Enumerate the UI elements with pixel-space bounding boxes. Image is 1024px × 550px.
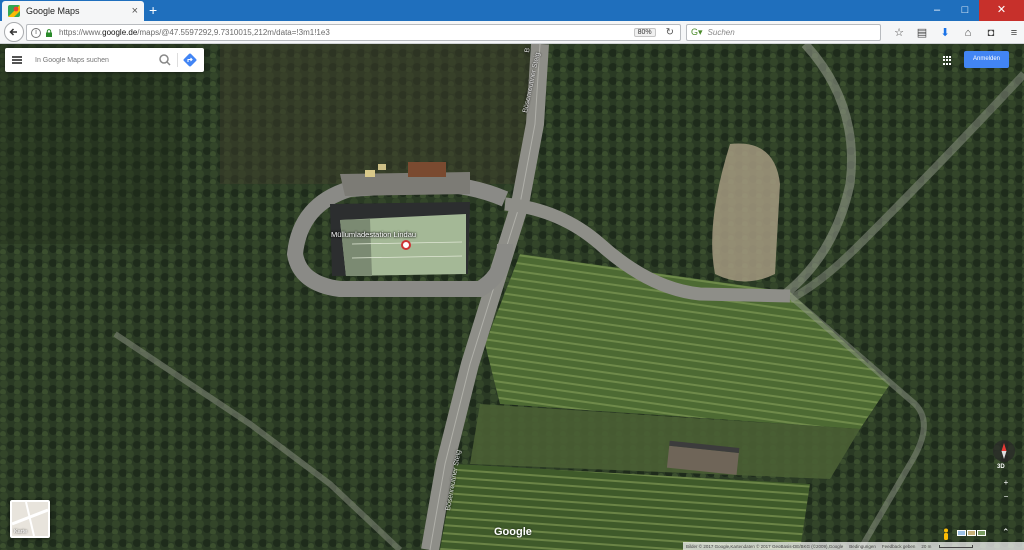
maximize-icon[interactable]: □ <box>951 0 979 21</box>
satellite-imagery <box>0 44 1024 550</box>
expand-icon[interactable]: ⌃ <box>1002 527 1010 538</box>
basemap-toggle-label: Karte <box>14 529 28 535</box>
zoom-out-button[interactable]: − <box>997 490 1015 504</box>
place-marker-icon[interactable] <box>401 240 411 250</box>
home-icon[interactable]: ⌂ <box>957 24 979 41</box>
search-divider <box>177 53 178 67</box>
lock-icon <box>46 28 52 37</box>
window-controls: – □ ✕ <box>923 0 1024 21</box>
pegman-icon[interactable] <box>942 528 950 540</box>
maps-search-box <box>5 48 204 72</box>
url-text: https://www.google.de/maps/@47.5597292,9… <box>59 28 634 37</box>
site-info-icon[interactable]: i <box>31 27 41 38</box>
search-icon[interactable] <box>157 52 173 68</box>
imagery-thumb[interactable] <box>977 530 986 536</box>
zoom-in-button[interactable]: + <box>997 476 1015 490</box>
browser-nav-bar: i https://www.google.de/maps/@47.5597292… <box>0 21 1024 44</box>
browser-toolbar: ☆ ▤ ⬇ ⌂ ◘ ≡ <box>888 24 1024 41</box>
menu-hamburger-icon[interactable]: ≡ <box>1003 24 1024 41</box>
map-footer: Bilder © 2017 Google,Kartendaten © 2017 … <box>683 542 1024 550</box>
browser-tab-bar: Google Maps × + – □ ✕ <box>0 0 1024 21</box>
url-path: /maps/@47.5597292,9.7310015,212m/data=!3… <box>137 28 330 37</box>
address-bar[interactable]: i https://www.google.de/maps/@47.5597292… <box>26 24 681 41</box>
window-close-icon[interactable]: ✕ <box>979 0 1024 21</box>
pocket-icon[interactable]: ◘ <box>980 24 1002 41</box>
maps-search-input[interactable] <box>35 50 157 70</box>
zoom-control: + − <box>997 476 1015 506</box>
google-maps-favicon-icon <box>8 5 20 17</box>
imagery-thumb[interactable] <box>957 530 966 536</box>
zoom-level-indicator[interactable]: 80% <box>633 28 656 37</box>
compass-control[interactable] <box>993 440 1015 462</box>
satellite-map[interactable]: Anmelden Bösenreutiner Steig Bösenreutin… <box>0 44 1024 550</box>
tilt-3d-button[interactable]: 3D <box>997 464 1005 470</box>
browser-tab[interactable]: Google Maps × <box>2 1 144 21</box>
bookmarks-list-icon[interactable]: ▤ <box>911 24 933 41</box>
back-arrow-icon <box>9 28 17 36</box>
url-prefix: https://www. <box>59 28 103 37</box>
road-label: B <box>524 47 532 54</box>
feedback-link[interactable]: Feedback geben <box>882 544 916 549</box>
imagery-thumb[interactable] <box>967 530 976 536</box>
new-tab-icon[interactable]: + <box>149 2 157 18</box>
google-logo: Google <box>494 526 532 538</box>
tab-title: Google Maps <box>26 6 80 16</box>
back-button[interactable] <box>4 22 24 42</box>
scale-label[interactable]: 20 m <box>921 544 931 549</box>
url-domain: google.de <box>102 28 138 37</box>
browser-search-placeholder: Suchen <box>707 28 735 37</box>
search-engine-icon[interactable]: G▾ <box>691 27 703 38</box>
terms-link[interactable]: Bedingungen <box>849 544 876 549</box>
hamburger-icon <box>12 55 22 66</box>
downloads-icon[interactable]: ⬇ <box>934 24 956 41</box>
maps-menu-button[interactable] <box>5 48 29 72</box>
imagery-thumbnails[interactable] <box>957 530 986 536</box>
scale-bar <box>939 544 974 548</box>
minimize-icon[interactable]: – <box>923 0 951 21</box>
sign-in-button[interactable]: Anmelden <box>964 51 1009 68</box>
place-label[interactable]: Müllumladestation Lindau <box>331 230 416 239</box>
browser-search-box[interactable]: G▾ Suchen <box>686 24 881 41</box>
basemap-toggle[interactable]: Karte <box>10 500 50 538</box>
google-apps-icon[interactable] <box>943 56 952 65</box>
compass-icon <box>1001 443 1007 459</box>
reload-icon[interactable]: ↻ <box>666 27 674 38</box>
directions-icon[interactable] <box>182 52 198 68</box>
bookmark-star-icon[interactable]: ☆ <box>888 24 910 41</box>
attribution-text: Bilder © 2017 Google,Kartendaten © 2017 … <box>686 543 844 549</box>
tab-close-icon[interactable]: × <box>132 5 138 17</box>
